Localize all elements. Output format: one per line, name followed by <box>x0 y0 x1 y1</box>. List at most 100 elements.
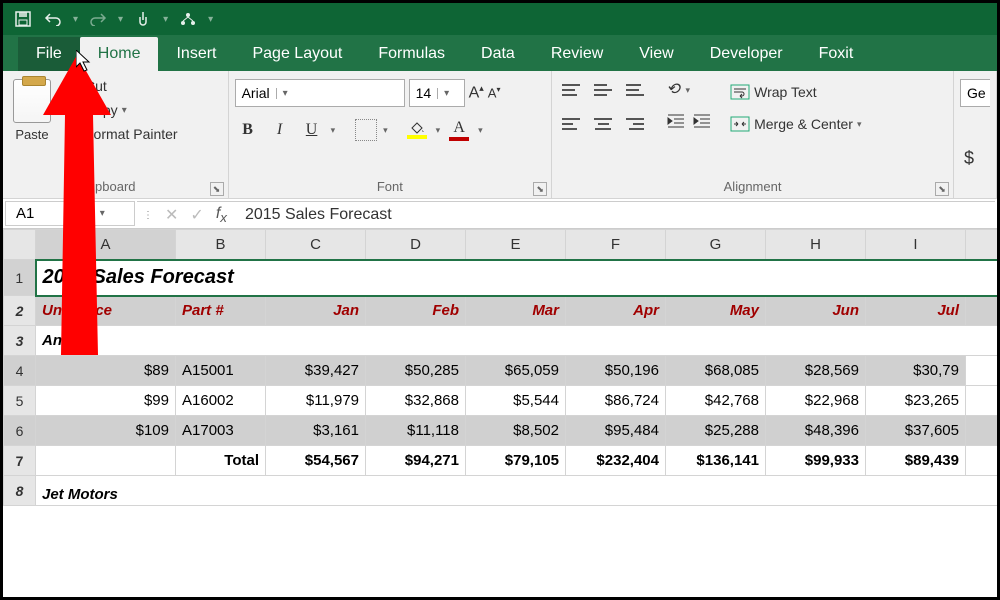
align-top-button[interactable] <box>558 79 584 101</box>
column-header[interactable]: D <box>366 230 466 260</box>
borders-button[interactable] <box>355 119 377 141</box>
row-header[interactable]: 6 <box>4 416 36 446</box>
cell[interactable]: $232,404 <box>566 446 666 476</box>
enter-formula-icon[interactable]: ✓ <box>190 205 203 225</box>
cell[interactable]: Jul <box>866 296 966 326</box>
dropdown-icon[interactable]: ▾ <box>70 208 135 219</box>
cell[interactable]: $86,724 <box>566 386 666 416</box>
column-header[interactable]: F <box>566 230 666 260</box>
dropdown-icon[interactable]: ▾ <box>73 14 78 25</box>
cell[interactable]: $109 <box>36 416 176 446</box>
tab-developer[interactable]: Developer <box>692 37 801 71</box>
number-format-combo[interactable]: Ge <box>960 79 990 107</box>
cell[interactable]: $79,105 <box>466 446 566 476</box>
row-header[interactable]: 2 <box>4 296 36 326</box>
cell[interactable]: $50,196 <box>566 356 666 386</box>
cell[interactable]: Feb <box>366 296 466 326</box>
cell[interactable]: $8,502 <box>466 416 566 446</box>
dropdown-icon[interactable]: ▾ <box>383 125 388 136</box>
dropdown-icon[interactable]: ▾ <box>478 125 483 136</box>
cell[interactable]: $23,265 <box>866 386 966 416</box>
tab-review[interactable]: Review <box>533 37 621 71</box>
cell[interactable]: $99,933 <box>766 446 866 476</box>
cell[interactable]: $95,484 <box>566 416 666 446</box>
align-left-button[interactable] <box>558 113 584 135</box>
cell[interactable]: $99 <box>36 386 176 416</box>
cell[interactable]: $25,288 <box>666 416 766 446</box>
cell[interactable]: $89,439 <box>866 446 966 476</box>
cell[interactable]: $136,141 <box>666 446 766 476</box>
cell[interactable]: $30,79 <box>866 356 966 386</box>
dropdown-icon[interactable]: ▾ <box>163 14 168 25</box>
cell[interactable]: $94,271 <box>366 446 466 476</box>
currency-button[interactable]: $ <box>960 145 978 172</box>
format-painter-button[interactable]: Format Painter <box>61 123 182 145</box>
cell[interactable]: $22,968 <box>766 386 866 416</box>
cell[interactable]: Jan <box>266 296 366 326</box>
column-header[interactable]: I <box>866 230 966 260</box>
select-all-corner[interactable] <box>4 230 36 260</box>
column-header[interactable]: G <box>666 230 766 260</box>
cell[interactable]: $21 <box>966 416 1000 446</box>
decrease-font-icon[interactable]: A▾ <box>488 85 501 100</box>
formula-input[interactable]: 2015 Sales Forecast <box>233 201 995 228</box>
customize-qat-icon[interactable]: ▾ <box>208 14 213 25</box>
cell[interactable]: $11,118 <box>366 416 466 446</box>
row-header[interactable]: 3 <box>4 326 36 356</box>
row-header[interactable]: 8 <box>4 476 36 506</box>
cell[interactable]: Jet Motors <box>36 476 1000 506</box>
cancel-formula-icon[interactable]: ✕ <box>165 205 178 225</box>
font-size-combo[interactable]: 14 ▾ <box>409 79 465 107</box>
tab-insert[interactable]: Insert <box>158 37 234 71</box>
orientation-button[interactable]: ⟲ <box>666 79 679 101</box>
alignment-dialog-launcher[interactable]: ⬊ <box>935 182 949 196</box>
clipboard-dialog-launcher[interactable]: ⬊ <box>210 182 224 196</box>
dropdown-icon[interactable]: ▾ <box>118 14 123 25</box>
cell[interactable]: $3,161 <box>266 416 366 446</box>
undo-icon[interactable] <box>43 9 63 29</box>
cell[interactable]: $37,605 <box>866 416 966 446</box>
cell[interactable]: $65,059 <box>466 356 566 386</box>
cell[interactable]: $28,569 <box>766 356 866 386</box>
cut-button[interactable]: Cut <box>61 75 182 97</box>
cell[interactable]: $109,12 <box>966 446 1000 476</box>
font-name-combo[interactable]: Arial ▾ <box>235 79 405 107</box>
italic-button[interactable]: I <box>267 117 293 143</box>
tab-formulas[interactable]: Formulas <box>360 37 463 71</box>
row-header[interactable]: 7 <box>4 446 36 476</box>
font-dialog-launcher[interactable]: ⬊ <box>533 182 547 196</box>
paste-button[interactable]: Paste <box>9 75 55 146</box>
relationships-icon[interactable] <box>178 9 198 29</box>
decrease-indent-button[interactable] <box>666 113 686 135</box>
column-header[interactable]: C <box>266 230 366 260</box>
cell[interactable]: $39,427 <box>266 356 366 386</box>
bold-button[interactable]: B <box>235 117 261 143</box>
align-right-button[interactable] <box>622 113 648 135</box>
cell[interactable]: Total <box>176 446 266 476</box>
row-header[interactable]: 5 <box>4 386 36 416</box>
save-icon[interactable] <box>13 9 33 29</box>
tab-home[interactable]: Home <box>80 37 159 71</box>
increase-font-icon[interactable]: A▴ <box>469 83 484 102</box>
copy-button[interactable]: Copy ▾ <box>61 99 182 121</box>
cell[interactable]: $5,544 <box>466 386 566 416</box>
tab-foxit[interactable]: Foxit <box>801 37 872 71</box>
cell[interactable]: 2015 Sales Forecast <box>36 260 1000 296</box>
cell[interactable]: Part # <box>176 296 266 326</box>
wrap-text-button[interactable]: Wrap Text <box>726 81 865 103</box>
cell[interactable]: $11,979 <box>266 386 366 416</box>
dropdown-icon[interactable]: ▾ <box>436 125 441 136</box>
row-header[interactable]: 4 <box>4 356 36 386</box>
cell[interactable]: $50,285 <box>366 356 466 386</box>
cell[interactable]: $42,768 <box>666 386 766 416</box>
fill-color-button[interactable] <box>404 121 430 139</box>
cell[interactable]: $68,085 <box>666 356 766 386</box>
dropdown-icon[interactable]: ▾ <box>686 85 691 96</box>
cell[interactable]: Mar <box>466 296 566 326</box>
cell[interactable]: Jun <box>766 296 866 326</box>
tab-file[interactable]: File <box>18 37 80 71</box>
tab-view[interactable]: View <box>621 37 691 71</box>
tab-page-layout[interactable]: Page Layout <box>234 37 360 71</box>
touch-mode-icon[interactable] <box>133 9 153 29</box>
font-color-button[interactable]: A <box>446 119 472 141</box>
